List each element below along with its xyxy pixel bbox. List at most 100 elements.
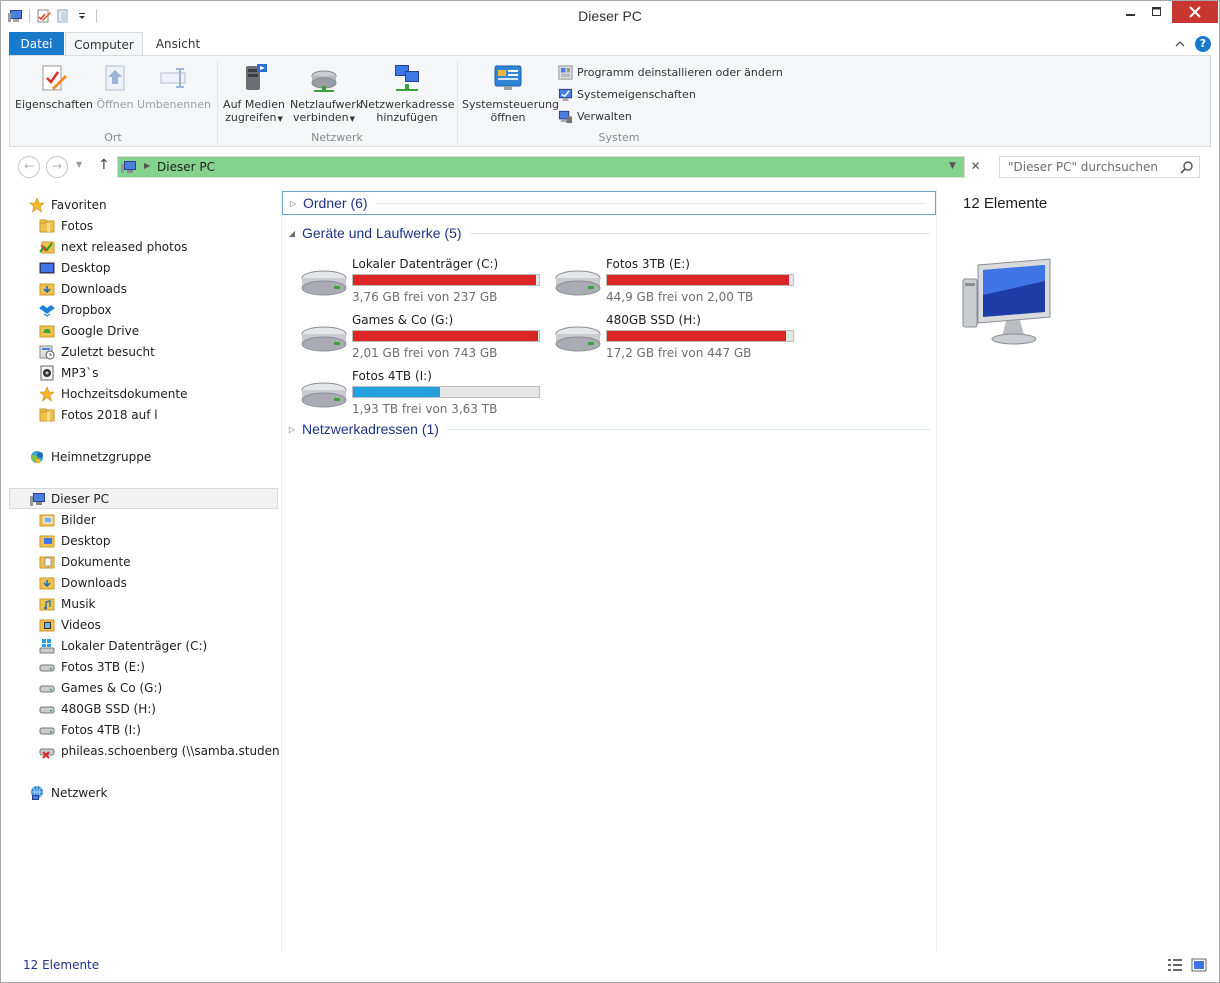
drive-tile[interactable]: 480GB SSD (H:) 17,2 GB frei von 447 GB [554,313,804,363]
group-header-network-locations[interactable]: ▷ Netzwerkadressen (1) [282,417,930,441]
nav-homegroup[interactable]: Heimnetzgruppe [29,446,151,467]
group-header-folders[interactable]: ▷ Ordner (6) [282,191,936,215]
media-access-button[interactable]: Auf Medien zugreifen▼ [220,62,288,126]
nav-favorites[interactable]: Favoriten [29,194,107,215]
expand-arrow-icon[interactable]: ▷ [283,199,303,208]
nav-homegroup-label: Heimnetzgruppe [51,449,152,464]
address-bar[interactable]: ▶ Dieser PC ▼ ✕ [117,156,986,178]
help-icon[interactable]: ? [1195,36,1211,52]
downloads-folder-icon [39,283,55,295]
tab-computer[interactable]: Computer [65,32,143,56]
programs-icon [558,64,573,80]
nav-item[interactable]: Lokaler Datenträger (C:) [39,635,207,656]
collapse-ribbon-icon[interactable] [1173,37,1187,51]
hard-drive-icon [555,270,601,296]
add-network-location-button[interactable]: Netzwerkadresse hinzufügen [360,62,455,124]
group-header-devices[interactable]: ◢ Geräte und Laufwerke (5) [282,221,930,245]
nav-item[interactable]: Fotos [39,215,93,236]
pictures-folder-icon [39,514,55,526]
nav-item[interactable]: Hochzeitsdokumente [39,383,187,404]
maximize-icon [1152,7,1161,16]
drive-tile[interactable]: Fotos 4TB (I:) 1,93 TB frei von 3,63 TB [300,369,550,419]
properties-label: Eigenschaften [15,98,93,111]
manage-button[interactable]: Verwalten [558,106,632,126]
nav-item-label: Lokaler Datenträger (C:) [61,638,208,653]
music-folder-icon [39,598,55,610]
tab-file[interactable]: Datei [9,32,64,56]
drive-free-space: 3,76 GB frei von 237 GB [352,290,498,304]
details-pane: 12 Elemente [938,187,1211,952]
nav-item[interactable]: Zuletzt besucht [39,341,155,362]
ribbon-group-network: Auf Medien zugreifen▼ Netzlaufwerk verbi… [218,56,456,146]
nav-item[interactable]: Fotos 4TB (I:) [39,719,141,740]
drive-tile[interactable]: Games & Co (G:) 2,01 GB frei von 743 GB [300,313,550,363]
drive-tile[interactable]: Lokaler Datenträger (C:) 3,76 GB frei von… [300,257,550,307]
properties-button[interactable]: Eigenschaften [14,62,94,111]
nav-item-label: MP3`s [61,365,99,380]
nav-network[interactable]: Netzwerk [29,782,107,803]
expand-arrow-icon[interactable]: ▷ [282,425,302,434]
forward-button[interactable]: → [46,156,68,178]
nav-item[interactable]: Fotos 3TB (E:) [39,656,145,677]
open-button[interactable]: Öffnen [94,62,136,111]
nav-item-label: Bilder [61,512,96,527]
nav-this-pc[interactable]: Dieser PC [9,488,278,509]
recent-locations-dropdown-icon[interactable]: ▼ [76,160,82,169]
nav-item[interactable]: Games & Co (G:) [39,677,162,698]
pc-icon [121,161,136,173]
rename-button[interactable]: Umbenennen [136,62,212,111]
nav-item[interactable]: Downloads [39,572,127,593]
nav-item[interactable]: Downloads [39,278,127,299]
up-arrow-icon[interactable]: ↑ [98,157,110,173]
nav-item[interactable]: Musik [39,593,96,614]
breadcrumb-this-pc[interactable]: Dieser PC [157,160,215,174]
system-properties-button[interactable]: Systemeigenschaften [558,84,696,104]
nav-item[interactable]: next released photos [39,236,187,257]
nav-item-label: Google Drive [61,323,140,338]
clear-address-icon[interactable]: ✕ [964,156,986,178]
drive-icon [39,664,55,671]
drive-free-space: 17,2 GB frei von 447 GB [606,346,752,360]
maximize-button[interactable] [1144,1,1170,23]
tab-view[interactable]: Ansicht [147,32,209,56]
search-box[interactable]: "Dieser PC" durchsuchen [999,156,1200,178]
nav-item-label: Dokumente [61,554,131,569]
explorer-window: Dieser PC Datei Computer Ansicht ? Eigen… [0,0,1220,983]
address-dropdown-icon[interactable]: ▼ [949,161,956,171]
nav-item-label: Fotos 3TB (E:) [61,659,145,674]
large-icons-view-icon[interactable] [1191,957,1207,973]
close-button[interactable] [1172,1,1218,23]
nav-item[interactable]: Google Drive [39,320,139,341]
breadcrumb-arrow-icon[interactable]: ▶ [144,161,150,170]
drive-usage-bar [606,274,794,286]
manage-label: Verwalten [577,109,632,123]
music-file-icon [40,365,54,380]
nav-item[interactable]: 480GB SSD (H:) [39,698,156,719]
nav-item-label: Musik [61,596,96,611]
drive-icon [39,706,55,713]
drive-tile[interactable]: Fotos 3TB (E:) 44,9 GB frei von 2,00 TB [554,257,804,307]
search-icon[interactable] [1180,160,1194,174]
open-control-panel-button[interactable]: Systemsteuerung öffnen [462,62,559,124]
minimize-button[interactable] [1118,1,1144,23]
nav-item[interactable]: Desktop [39,530,111,551]
drive-usage-bar [352,386,540,398]
nav-item[interactable]: Dropbox [39,299,112,320]
nav-item[interactable]: Fotos 2018 auf l [39,404,158,425]
details-view-icon[interactable] [1167,957,1183,973]
nav-item[interactable]: phileas.schoenberg (\\samba.student.uni [39,740,279,761]
nav-item[interactable]: Dokumente [39,551,131,572]
uninstall-program-button[interactable]: Programm deinstallieren oder ändern [558,62,783,82]
nav-item[interactable]: Desktop [39,257,111,278]
collapse-arrow-icon[interactable]: ◢ [282,229,302,238]
drive-icon [39,685,55,692]
nav-item[interactable]: MP3`s [39,362,98,383]
drive-usage-fill [607,331,786,341]
nav-item[interactable]: Videos [39,614,101,635]
open-icon [105,65,125,91]
nav-item[interactable]: Bilder [39,509,96,530]
map-network-drive-button[interactable]: Netzlaufwerk verbinden▼ [290,62,362,126]
nav-item-label: Zuletzt besucht [61,344,155,359]
back-button[interactable]: ← [18,156,40,178]
windows-drive-icon [39,638,55,653]
